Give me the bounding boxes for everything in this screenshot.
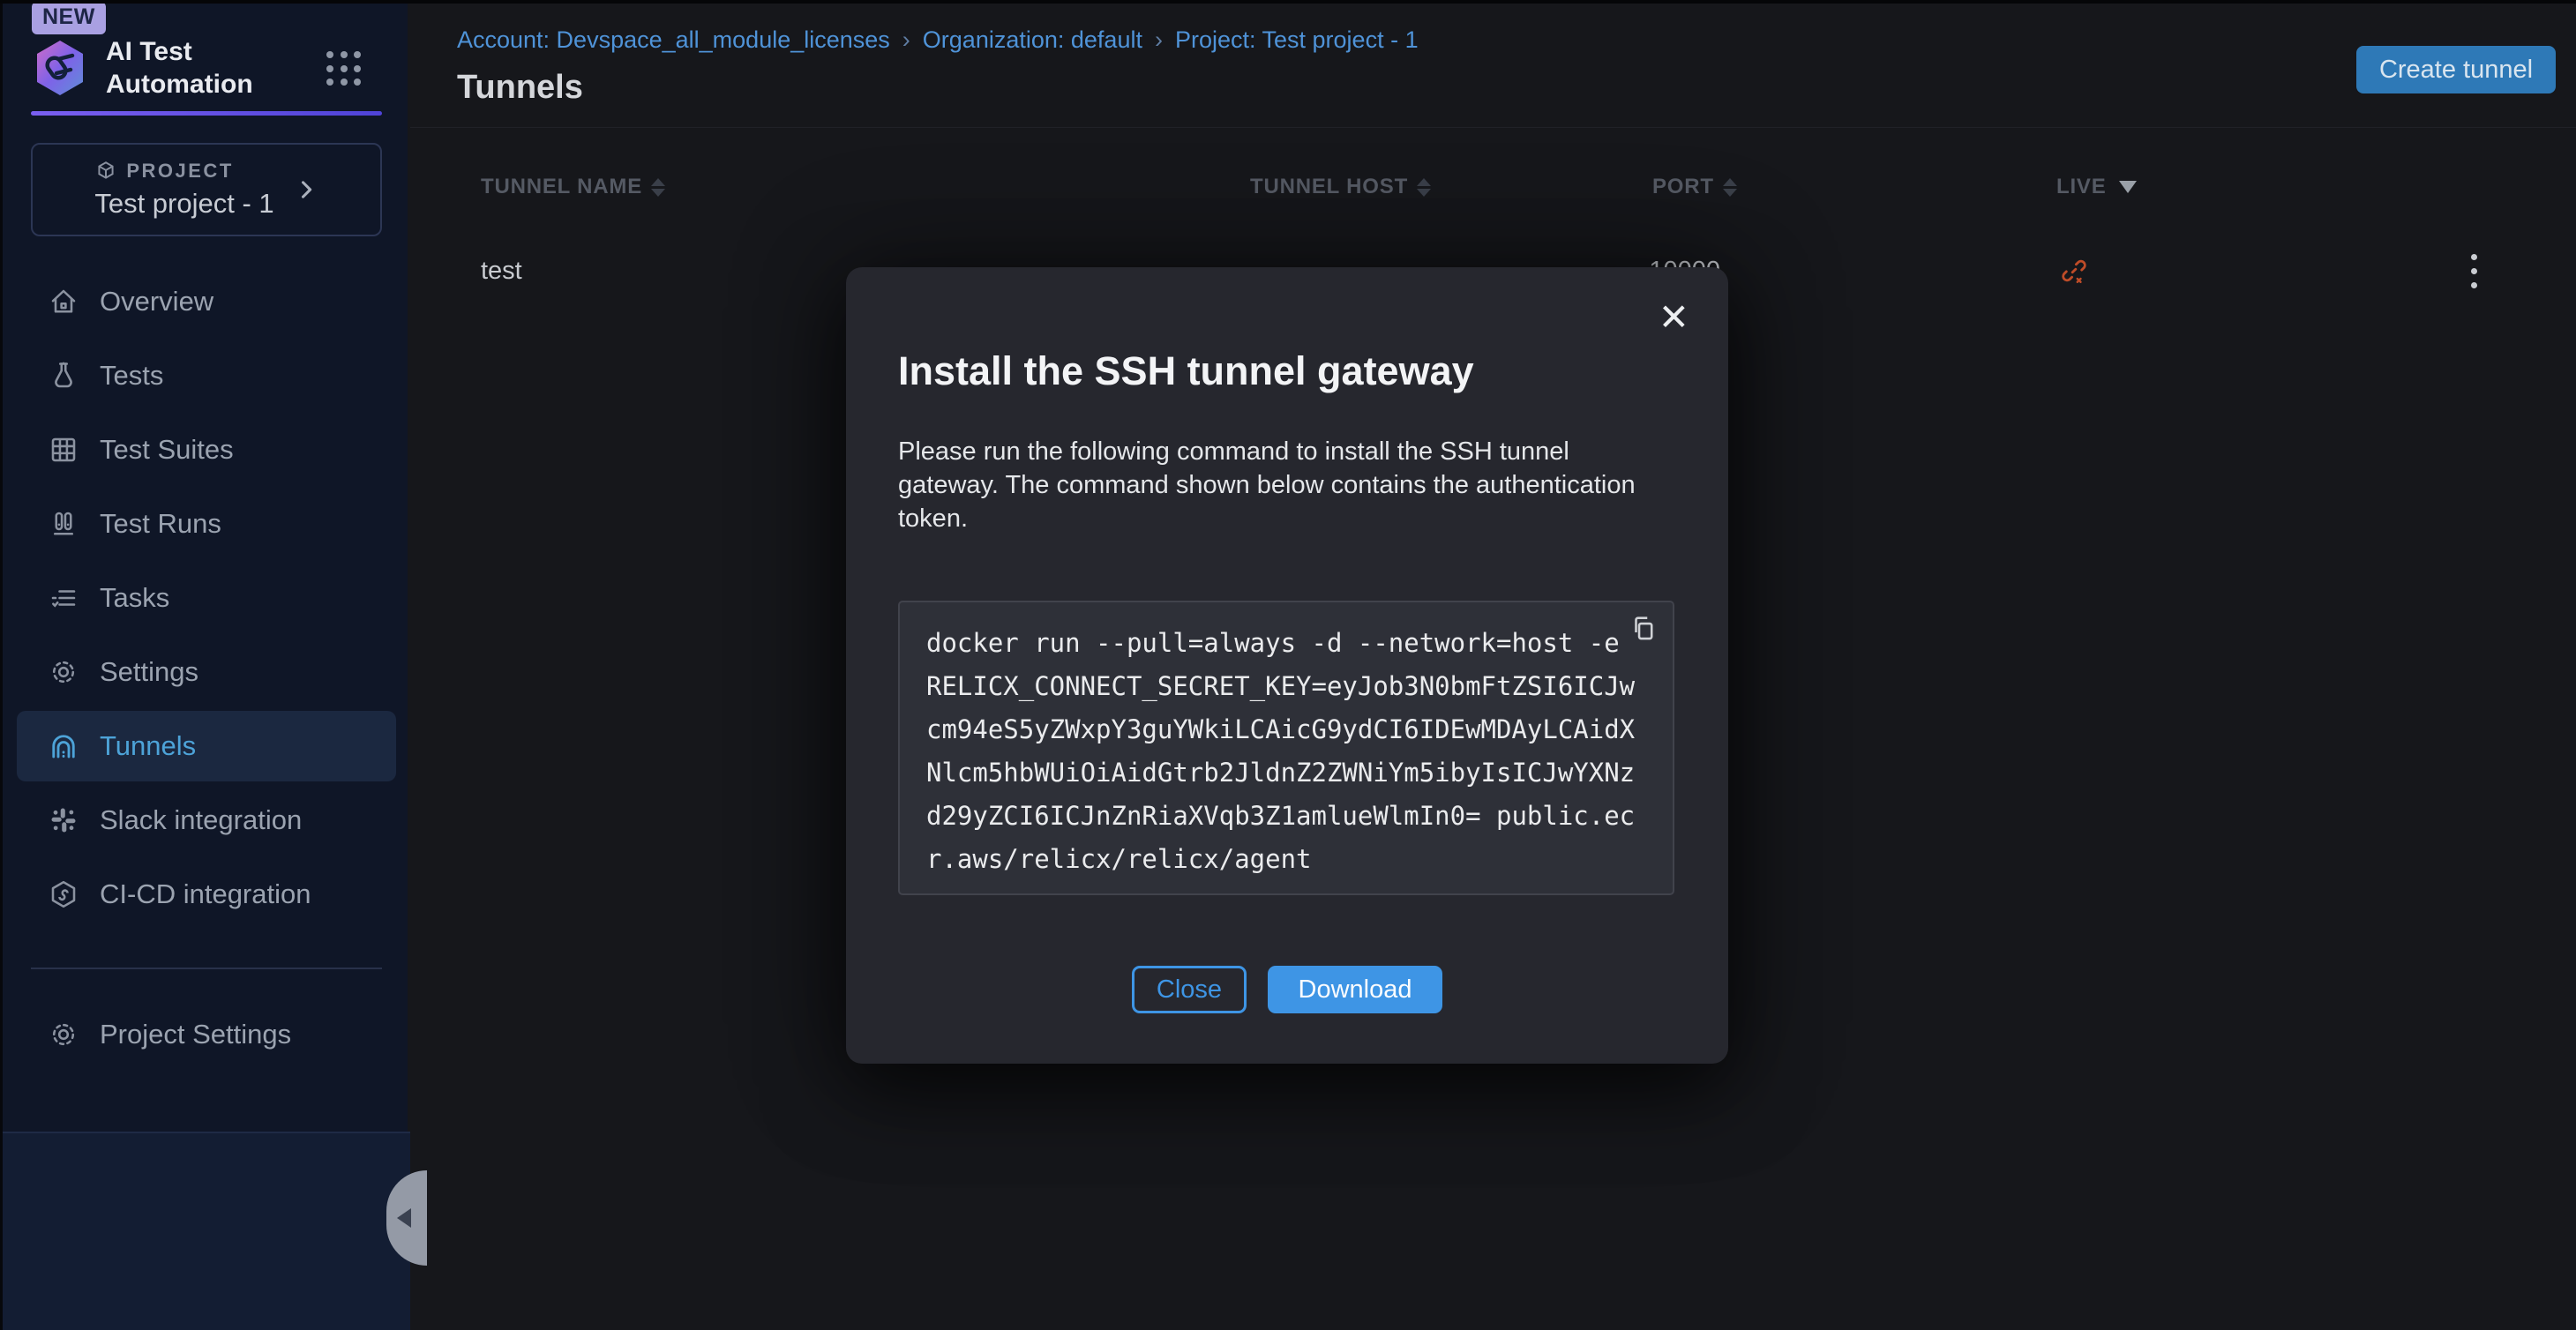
sidebar-item-tasks[interactable]: Tasks <box>3 561 410 635</box>
sort-icon <box>651 178 665 197</box>
sidebar-item-settings[interactable]: Settings <box>3 635 410 709</box>
column-header-port[interactable]: PORT <box>1652 175 1737 199</box>
close-button[interactable]: Close <box>1132 966 1247 1013</box>
sidebar-item-slack-integration[interactable]: Slack integration <box>3 783 410 857</box>
copy-icon[interactable] <box>1629 613 1659 643</box>
cicd-hexagon-icon <box>47 878 80 911</box>
app-switcher-grid-icon[interactable] <box>326 51 362 86</box>
new-badge: NEW <box>32 2 106 34</box>
sidebar-footer: ? Help AU admin user <box>3 1132 410 1330</box>
sidebar-item-test-runs[interactable]: Test Runs <box>3 487 410 561</box>
task-list-icon <box>47 581 80 615</box>
page-title: Tunnels <box>457 69 583 107</box>
breadcrumb-organization-link[interactable]: Organization: default <box>923 26 1142 54</box>
column-header-tunnel-name[interactable]: TUNNEL NAME <box>481 175 665 199</box>
collapse-arrow-icon <box>397 1208 411 1228</box>
app-name: AI Test Automation <box>106 35 273 101</box>
sidebar-divider <box>31 968 382 969</box>
project-selector-label: PROJECT <box>126 160 233 183</box>
breadcrumb-account-link[interactable]: Account: Devspace_all_module_licenses <box>457 26 890 54</box>
package-icon <box>94 160 117 183</box>
command-line: d29yZCI6ICJnZnRiaXVqb3Z1amlueWlmIn0= pub… <box>926 795 1646 838</box>
sidebar-item-cicd-integration[interactable]: CI-CD integration <box>3 857 410 931</box>
tunnel-icon <box>47 729 80 763</box>
command-line: RELICX_CONNECT_SECRET_KEY=eyJob3N0bmFtZS… <box>926 665 1646 708</box>
sidebar-item-label: Overview <box>100 286 213 318</box>
gear-icon <box>47 655 80 689</box>
test-runs-icon <box>47 507 80 541</box>
home-icon <box>47 285 80 318</box>
command-line: r.aws/relicx/relicx/agent <box>926 838 1646 881</box>
sidebar-nav: Overview Tests Test Suites <box>3 265 410 931</box>
modal-actions: Close Download <box>846 966 1728 1013</box>
download-button[interactable]: Download <box>1268 966 1442 1013</box>
tunnels-table-header: TUNNEL NAME TUNNEL HOST PORT LIVE <box>410 164 2576 212</box>
create-tunnel-button[interactable]: Create tunnel <box>2356 46 2556 93</box>
close-icon[interactable]: ✕ <box>1659 299 1689 336</box>
sidebar-item-label: Project Settings <box>100 1019 291 1050</box>
cell-live-status <box>2058 238 2090 303</box>
sidebar-item-label: Test Runs <box>100 508 221 540</box>
sidebar-item-label: Settings <box>100 656 198 688</box>
sidebar-item-project-settings[interactable]: Project Settings <box>3 998 410 1072</box>
sidebar-item-tunnels[interactable]: Tunnels <box>17 711 396 781</box>
sidebar-item-overview[interactable]: Overview <box>3 265 410 339</box>
breadcrumb-separator: › <box>902 26 910 54</box>
sidebar-item-label: Tests <box>100 360 163 392</box>
gear-icon <box>47 1018 80 1051</box>
header-divider <box>410 127 2576 128</box>
kebab-menu-icon[interactable] <box>2466 249 2482 294</box>
command-line: docker run --pull=always -d --network=ho… <box>926 622 1646 665</box>
project-selector[interactable]: PROJECT Test project - 1 <box>31 143 382 236</box>
breadcrumb-project-link[interactable]: Project: Test project - 1 <box>1175 26 1419 54</box>
sidebar-item-label: Test Suites <box>100 434 234 466</box>
modal-body-text: Please run the following command to inst… <box>898 435 1674 535</box>
flask-icon <box>47 359 80 392</box>
sidebar-item-label: Tasks <box>100 582 169 614</box>
brand-accent-line <box>31 111 382 116</box>
sort-icon <box>1417 178 1431 197</box>
command-line: cm94eS5yZWxpY3guYWkiLCAicG9ydCI6IDEwMDAy… <box>926 708 1646 751</box>
docker-command-code-block: docker run --pull=always -d --network=ho… <box>898 601 1674 895</box>
app-logo-icon <box>32 38 88 98</box>
sidebar-item-label: CI-CD integration <box>100 878 311 910</box>
sidebar-item-tests[interactable]: Tests <box>3 339 410 413</box>
column-header-live[interactable]: LIVE <box>2056 175 2137 199</box>
row-actions <box>2466 238 2482 303</box>
tunnel-disconnected-icon <box>2058 255 2090 287</box>
command-line: Nlcm5hbWUiOiAidGtrb2JldnZ2ZWNiYm5ibyIsIC… <box>926 751 1646 795</box>
sidebar-item-label: Tunnels <box>100 730 196 762</box>
breadcrumb-separator: › <box>1155 26 1163 54</box>
sort-desc-icon <box>2119 181 2137 193</box>
breadcrumb: Account: Devspace_all_module_licenses › … <box>457 26 1419 54</box>
modal-title: Install the SSH tunnel gateway <box>898 348 1474 394</box>
sidebar-item-test-suites[interactable]: Test Suites <box>3 413 410 487</box>
install-ssh-gateway-modal: ✕ Install the SSH tunnel gateway Please … <box>846 267 1728 1064</box>
project-selector-value: Test project - 1 <box>94 188 273 220</box>
chevron-right-icon <box>294 177 318 202</box>
cell-tunnel-name: test <box>481 238 522 303</box>
grid-table-icon <box>47 433 80 467</box>
slack-icon <box>47 803 80 837</box>
sidebar-item-label: Slack integration <box>100 804 302 836</box>
column-header-tunnel-host[interactable]: TUNNEL HOST <box>1250 175 1431 199</box>
sidebar: NEW AI Test Automation <box>0 0 408 1330</box>
sort-icon <box>1723 178 1737 197</box>
app-root: NEW AI Test Automation <box>0 0 2576 1330</box>
